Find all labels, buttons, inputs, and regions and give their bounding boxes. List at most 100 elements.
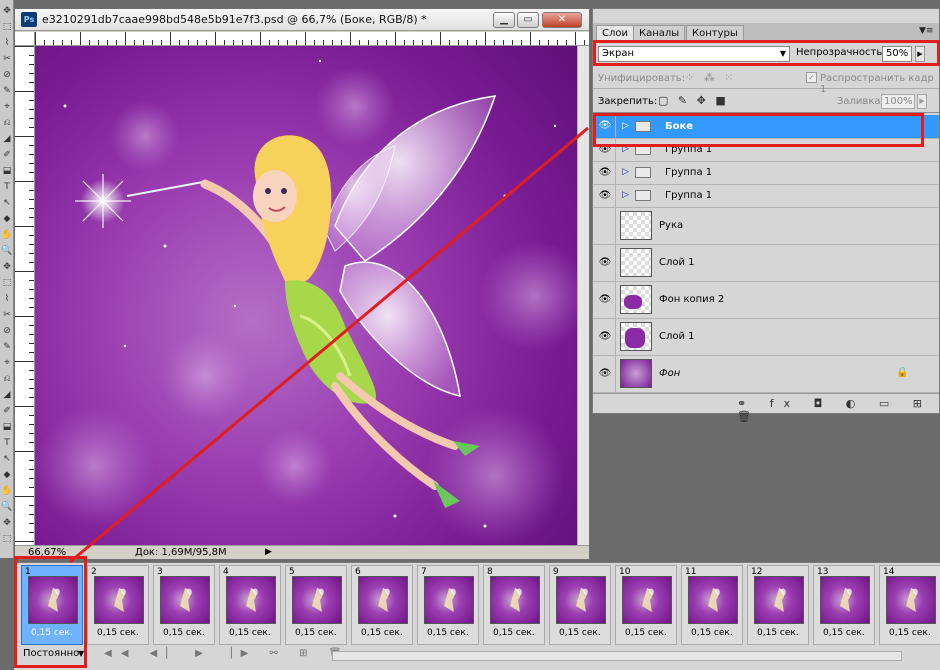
layer-row-group[interactable]: 👁 ▷ Группа 1 [593,162,939,185]
tool-icon[interactable]: ◆ [1,214,13,225]
frame-delay[interactable]: 0,15 сек. [625,628,667,638]
animation-frame[interactable]: 8 0,15 сек. [483,565,545,645]
animation-frame[interactable]: 7 0,15 сек. [417,565,479,645]
visibility-eye-icon[interactable]: 👁 [594,356,616,392]
tool-icon[interactable]: ⌇ [1,38,13,49]
vertical-scrollbar[interactable] [577,46,589,545]
ruler-tick [215,32,216,45]
frame-delay[interactable]: 0,15 сек. [757,628,799,638]
status-menu-arrow-icon[interactable]: ▶ [265,547,272,557]
visibility-eye-icon[interactable]: 👁 [594,282,616,318]
frame-delay[interactable]: 0,15 сек. [427,628,469,638]
tool-icon[interactable]: ⊘ [1,70,13,81]
frame-delay[interactable]: 0,15 сек. [691,628,733,638]
animation-frame[interactable]: 2 0,15 сек. [87,565,149,645]
tool-icon[interactable]: 🔍 [1,246,13,257]
tool-icon[interactable]: ✥ [1,6,13,17]
ruler-corner[interactable] [15,32,35,46]
expand-arrow-icon[interactable]: ▷ [622,190,629,200]
animation-frame[interactable]: 3 0,15 сек. [153,565,215,645]
tool-icon[interactable]: ✎ [1,342,13,353]
tool-icon[interactable]: ↖ [1,454,13,465]
tool-icon[interactable]: ⌇ [1,294,13,305]
animation-frame[interactable]: 5 0,15 сек. [285,565,347,645]
canvas[interactable] [35,46,577,545]
frame-delay[interactable]: 0,15 сек. [889,628,931,638]
maximize-button[interactable]: ▭ [517,12,539,28]
animation-frame[interactable]: 12 0,15 сек. [747,565,809,645]
frame-delay[interactable]: 0,15 сек. [559,628,601,638]
panel-menu-icon[interactable]: ▼≡ [919,26,933,36]
layer-row-layer1[interactable]: 👁 Слой 1 [593,245,939,282]
tool-icon[interactable]: ⬚ [1,278,13,289]
frame-delay[interactable]: 0,15 сек. [97,628,139,638]
tool-icon[interactable]: ✋ [1,486,13,497]
animation-frame[interactable]: 9 0,15 сек. [549,565,611,645]
unify-icons[interactable]: ⁘ ⁂ ⁙ [685,71,736,84]
frame-delay[interactable]: 0,15 сек. [823,628,865,638]
frame-delay[interactable]: 0,15 сек. [295,628,337,638]
frame-delay[interactable]: 0,15 сек. [361,628,403,638]
tool-icon[interactable]: T [1,438,13,449]
layer-row-background[interactable]: 👁 Фон 🔒 [593,356,939,393]
tool-icon[interactable]: ✂ [1,310,13,321]
tool-icon[interactable]: T [1,182,13,193]
layer-row-ruka[interactable]: Рука [593,208,939,245]
close-button[interactable]: ✕ [542,12,582,28]
tool-icon[interactable]: ⎌ [1,118,13,129]
tool-icon[interactable]: ✥ [1,262,13,273]
frame-delay[interactable]: 0,15 сек. [493,628,535,638]
tool-icon[interactable]: 🔍 [1,502,13,513]
tool-icon[interactable]: ⊘ [1,326,13,337]
tool-icon[interactable]: ✐ [1,150,13,161]
tool-icon[interactable]: ⬚ [1,22,13,33]
tool-icon[interactable]: ✋ [1,230,13,241]
vertical-ruler[interactable] [15,46,35,545]
frame-delay[interactable]: 0,15 сек. [229,628,271,638]
tool-icon[interactable]: ◆ [1,470,13,481]
layer-actions-icons[interactable]: ⚭ fx ◘ ◐ ▭ ⊞ 🗑 [737,397,939,423]
lock-icons[interactable]: ▢ ✎ ✥ ■ [658,94,729,107]
visibility-eye-icon[interactable]: 👁 [594,162,616,184]
animation-frame[interactable]: 13 0,15 сек. [813,565,875,645]
document-titlebar[interactable]: Ps e3210291db7caae998bd548e5b91e7f3.psd … [15,9,589,31]
visibility-eye-icon[interactable]: 👁 [594,185,616,207]
frame-delay[interactable]: 0,15 сек. [163,628,205,638]
tool-icon[interactable]: ✎ [1,86,13,97]
fill-slider-arrow-icon[interactable]: ▶ [917,94,927,109]
layer-row-group[interactable]: 👁 ▷ Группа 1 [593,185,939,208]
visibility-eye-empty[interactable] [594,208,616,244]
tool-icon[interactable]: ⬚ [1,534,13,545]
visibility-eye-icon[interactable]: 👁 [594,245,616,281]
animation-frame[interactable]: 10 0,15 сек. [615,565,677,645]
ruler-tick [476,40,477,45]
tool-icon[interactable]: ◢ [1,134,13,145]
tab-layers[interactable]: Слои [596,25,634,41]
layer-row-bg-copy2[interactable]: 👁 Фон копия 2 [593,282,939,319]
tool-icon[interactable]: ✂ [1,54,13,65]
tool-icon[interactable]: ⎌ [1,374,13,385]
tool-icon[interactable]: ⌖ [1,358,13,369]
minimize-button[interactable]: ▁ [493,12,515,28]
animation-frame[interactable]: 4 0,15 сек. [219,565,281,645]
layer-row-layer1b[interactable]: 👁 Слой 1 [593,319,939,356]
visibility-eye-icon[interactable]: 👁 [594,319,616,355]
tab-paths[interactable]: Контуры [686,25,744,41]
playback-controls[interactable]: ◀◀ ◀▏ ▶ ▕▶ ⚯ ⊞ 🗑 [104,648,350,659]
expand-arrow-icon[interactable]: ▷ [622,167,629,177]
tool-icon[interactable]: ✐ [1,406,13,417]
tool-icon[interactable]: ↖ [1,198,13,209]
tool-icon[interactable]: ⌖ [1,102,13,113]
animation-frame[interactable]: 6 0,15 сек. [351,565,413,645]
tool-icon[interactable]: ⬓ [1,422,13,433]
propagate-checkbox[interactable]: ✓ [806,72,817,83]
tool-icon[interactable]: ⬓ [1,166,13,177]
animation-frame[interactable]: 14 0,15 сек. [879,565,940,645]
fill-input[interactable]: 100% [881,94,915,109]
tab-channels[interactable]: Каналы [633,25,686,41]
tool-icon[interactable]: ✥ [1,518,13,529]
animation-frame[interactable]: 11 0,15 сек. [681,565,743,645]
tool-icon[interactable]: ◢ [1,390,13,401]
horizontal-ruler[interactable] [35,32,589,46]
frames-scrollbar[interactable] [332,651,902,661]
